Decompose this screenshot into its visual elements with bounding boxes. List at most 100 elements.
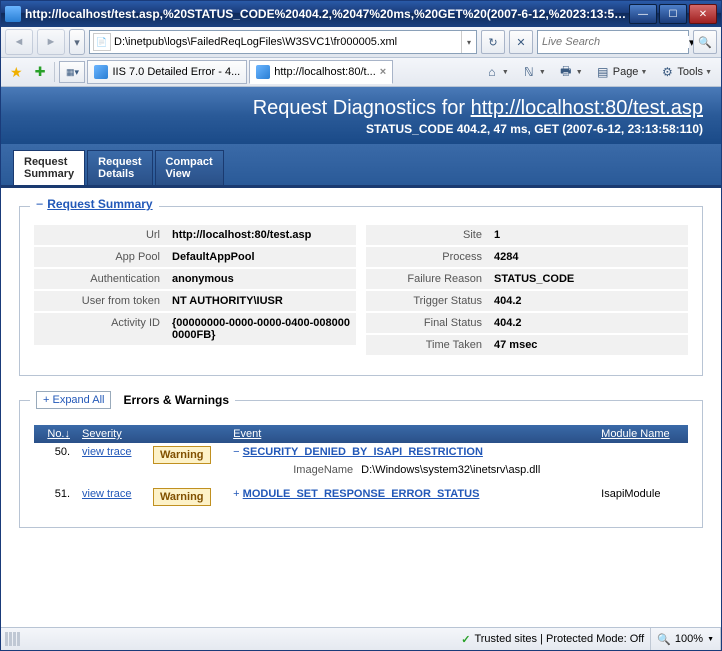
tab-iis-error[interactable]: IIS 7.0 Detailed Error - 4... bbox=[87, 60, 247, 84]
page-menu[interactable]: ▤Page▼ bbox=[590, 60, 653, 84]
label-process: Process bbox=[366, 247, 488, 267]
event-detail: ImageNameD:\Windows\system32\inetsrv\asp… bbox=[253, 464, 589, 476]
home-icon: ⌂ bbox=[484, 64, 500, 80]
tab-label: IIS 7.0 Detailed Error - 4... bbox=[112, 66, 240, 78]
expand-all-button[interactable]: + Expand All bbox=[36, 391, 111, 409]
table-header-row: No.↓ Severity Event Module Name bbox=[34, 425, 688, 443]
quick-tabs-button[interactable]: ▦▾ bbox=[59, 61, 85, 83]
value-failure-reason: STATUS_CODE bbox=[488, 269, 688, 289]
check-icon: ✓ bbox=[461, 633, 470, 646]
stop-button[interactable]: ✕ bbox=[509, 30, 533, 54]
tab-close-icon[interactable]: × bbox=[380, 66, 386, 78]
table-row: 51. view trace Warning + MODULE_SET_RESP… bbox=[34, 485, 688, 509]
magnifier-icon: 🔍 bbox=[657, 633, 671, 646]
diagnostics-header: Request Diagnostics for http://localhost… bbox=[1, 87, 721, 144]
view-trace-link[interactable]: view trace bbox=[82, 488, 132, 500]
tab-request-summary[interactable]: RequestSummary bbox=[13, 150, 85, 185]
label-time-taken: Time Taken bbox=[366, 335, 488, 355]
separator bbox=[54, 62, 55, 82]
search-input[interactable] bbox=[538, 36, 689, 48]
value-url: http://localhost:80/test.asp bbox=[166, 225, 356, 245]
col-module[interactable]: Module Name bbox=[601, 428, 669, 440]
page-content: Request Diagnostics for http://localhost… bbox=[1, 87, 721, 627]
ie-favicon-icon bbox=[5, 6, 21, 22]
request-summary-section: −Request Summary Urlhttp://localhost:80/… bbox=[19, 206, 703, 376]
recent-dropdown[interactable]: ▾ bbox=[69, 29, 85, 55]
search-button[interactable]: 🔍 bbox=[693, 30, 717, 54]
window-titlebar: http://localhost/test.asp,%20STATUS_CODE… bbox=[1, 1, 721, 27]
add-favorite-button[interactable]: ✚ bbox=[30, 60, 51, 84]
label-user-token: User from token bbox=[34, 291, 166, 311]
tab-localhost-test[interactable]: http://localhost:80/t... × bbox=[249, 60, 393, 84]
toggle-icon[interactable]: − bbox=[233, 446, 239, 458]
ie-favicon-icon bbox=[256, 65, 270, 79]
forward-button[interactable]: ► bbox=[37, 29, 65, 55]
window-title: http://localhost/test.asp,%20STATUS_CODE… bbox=[25, 7, 629, 21]
value-time-taken: 47 msec bbox=[488, 335, 688, 355]
value-process: 4284 bbox=[488, 247, 688, 267]
label-url: Url bbox=[34, 225, 166, 245]
back-button[interactable]: ◄ bbox=[5, 29, 33, 55]
address-input[interactable] bbox=[114, 32, 461, 52]
search-box[interactable]: ▾ bbox=[537, 30, 689, 54]
event-link[interactable]: MODULE_SET_RESPONSE_ERROR_STATUS bbox=[243, 488, 480, 500]
errors-warnings-section: + Expand All Errors & Warnings No.↓ Seve… bbox=[19, 400, 703, 528]
view-tabs: RequestSummary RequestDetails CompactVie… bbox=[1, 144, 721, 188]
maximize-button[interactable]: ☐ bbox=[659, 4, 687, 24]
event-link[interactable]: SECURITY_DENIED_BY_ISAPI_RESTRICTION bbox=[243, 446, 483, 458]
print-button[interactable]: 🖶▼ bbox=[553, 60, 588, 84]
label-site: Site bbox=[366, 225, 488, 245]
file-icon: 📄 bbox=[93, 33, 111, 51]
feeds-button[interactable]: ℕ▼ bbox=[516, 60, 551, 84]
favorites-button[interactable]: ★ bbox=[5, 60, 28, 84]
label-failure-reason: Failure Reason bbox=[366, 269, 488, 289]
page-icon: ▤ bbox=[595, 64, 611, 80]
tab-label: http://localhost:80/t... bbox=[274, 66, 376, 78]
gear-icon: ⚙ bbox=[659, 64, 675, 80]
toggle-icon[interactable]: + bbox=[233, 488, 239, 500]
col-severity[interactable]: Severity bbox=[82, 428, 122, 440]
ie-favicon-icon bbox=[94, 65, 108, 79]
cell-module bbox=[595, 443, 688, 485]
col-event[interactable]: Event bbox=[233, 428, 261, 440]
page-title: Request Diagnostics for http://localhost… bbox=[19, 97, 703, 120]
nav-toolbar: ◄ ► ▾ 📄 ▾ ↻ ✕ ▾ 🔍 bbox=[1, 27, 721, 58]
zoom-dropdown[interactable]: ▼ bbox=[707, 636, 714, 643]
minimize-button[interactable]: — bbox=[629, 4, 657, 24]
security-zone[interactable]: ✓Trusted sites | Protected Mode: Off bbox=[455, 628, 651, 650]
table-row: 50. view trace Warning − SECURITY_DENIED… bbox=[34, 443, 688, 485]
label-app-pool: App Pool bbox=[34, 247, 166, 267]
status-bar: ✓Trusted sites | Protected Mode: Off 🔍10… bbox=[1, 627, 721, 650]
address-dropdown[interactable]: ▾ bbox=[461, 31, 476, 53]
print-icon: 🖶 bbox=[558, 64, 574, 80]
section-heading: Errors & Warnings bbox=[123, 393, 229, 407]
statusbar-grip bbox=[1, 632, 24, 646]
address-bar[interactable]: 📄 ▾ bbox=[89, 30, 477, 54]
home-button[interactable]: ⌂▼ bbox=[479, 60, 514, 84]
section-heading-link[interactable]: Request Summary bbox=[47, 197, 152, 211]
zoom-control[interactable]: 🔍100%▼ bbox=[651, 628, 721, 650]
rss-icon: ℕ bbox=[521, 64, 537, 80]
page-subtitle: STATUS_CODE 404.2, 47 ms, GET (2007-6-12… bbox=[19, 122, 703, 136]
label-trigger-status: Trigger Status bbox=[366, 291, 488, 311]
view-trace-link[interactable]: view trace bbox=[82, 446, 132, 458]
close-button[interactable]: ✕ bbox=[689, 4, 717, 24]
command-bar: ★ ✚ ▦▾ IIS 7.0 Detailed Error - 4... htt… bbox=[1, 58, 721, 87]
label-authentication: Authentication bbox=[34, 269, 166, 289]
value-activity-id: {00000000-0000-0000-0400-0080000000FB} bbox=[166, 313, 356, 345]
severity-badge: Warning bbox=[153, 488, 211, 506]
value-authentication: anonymous bbox=[166, 269, 356, 289]
label-final-status: Final Status bbox=[366, 313, 488, 333]
value-app-pool: DefaultAppPool bbox=[166, 247, 356, 267]
tab-request-details[interactable]: RequestDetails bbox=[87, 150, 152, 185]
request-url-link[interactable]: http://localhost:80/test.asp bbox=[471, 97, 703, 119]
tab-compact-view[interactable]: CompactView bbox=[155, 150, 224, 185]
cell-no: 51. bbox=[34, 485, 76, 509]
refresh-button[interactable]: ↻ bbox=[481, 30, 505, 54]
col-no[interactable]: No.↓ bbox=[47, 428, 70, 440]
value-final-status: 404.2 bbox=[488, 313, 688, 333]
cell-module: IsapiModule bbox=[595, 485, 688, 509]
tools-menu[interactable]: ⚙Tools▼ bbox=[654, 60, 717, 84]
collapse-icon[interactable]: − bbox=[36, 197, 43, 211]
errors-table: No.↓ Severity Event Module Name 50. view… bbox=[34, 425, 688, 509]
